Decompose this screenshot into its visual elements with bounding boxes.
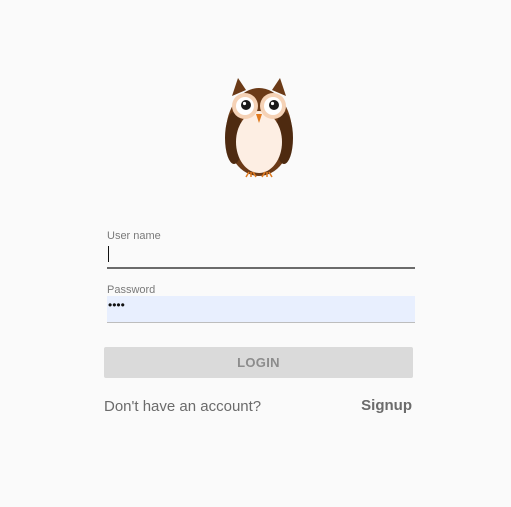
text-caret [108, 246, 109, 262]
signup-link[interactable]: Signup [361, 397, 412, 414]
password-field: Password •••• [107, 284, 415, 323]
signup-prompt: Don't have an account? [104, 398, 262, 415]
username-input[interactable] [107, 243, 415, 269]
password-label: Password [107, 284, 156, 296]
login-page: User name Password •••• LOGIN Don't have… [0, 0, 511, 507]
username-field: User name [107, 230, 415, 269]
login-button[interactable]: LOGIN [104, 347, 413, 378]
password-input[interactable]: •••• [107, 296, 415, 323]
username-label: User name [107, 230, 161, 242]
owl-icon [225, 78, 293, 178]
